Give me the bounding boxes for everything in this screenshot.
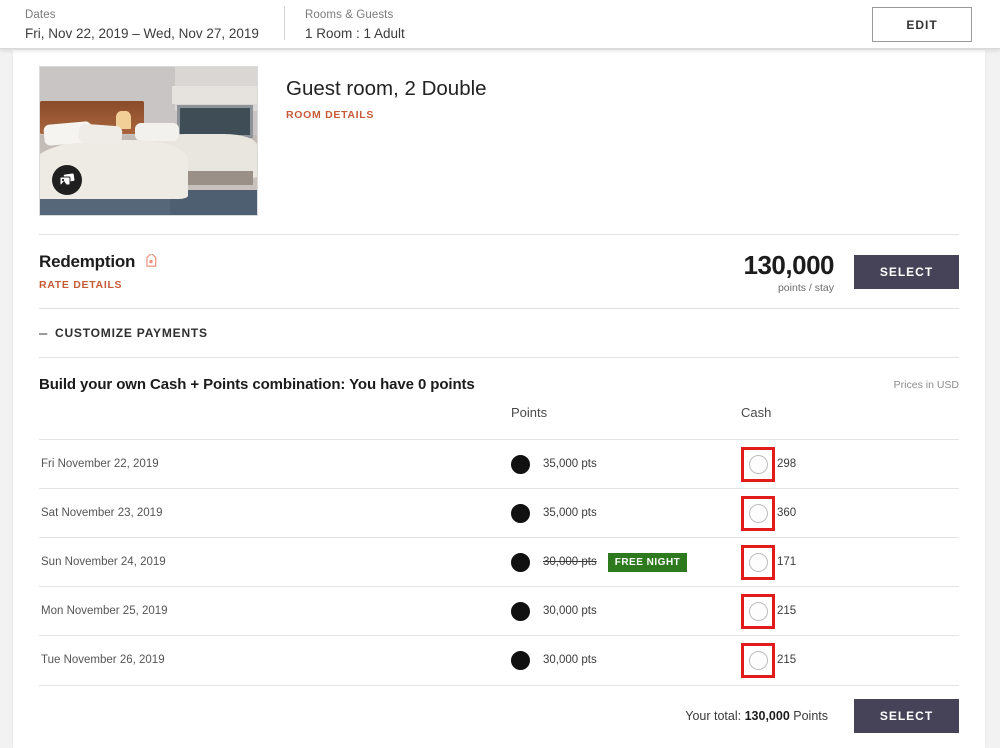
total-amount: 130,000 — [744, 709, 790, 723]
total-text: Your total: 130,000 Points — [685, 709, 828, 723]
prices-currency-note: Prices in USD — [893, 379, 959, 391]
cash-radio[interactable] — [749, 454, 768, 474]
row-date: Sun November 24, 2019 — [41, 556, 166, 568]
price-unit: points / stay — [777, 281, 834, 294]
cash-label: 360 — [777, 507, 797, 519]
table-row: Mon November 25, 2019 30,000 pts 215 — [39, 586, 959, 636]
cash-label: 215 — [777, 605, 797, 617]
room-info: Guest room, 2 Double ROOM DETAILS — [258, 66, 487, 216]
summary-divider — [284, 6, 285, 40]
cash-option-cell: 298 — [741, 440, 959, 489]
table-row: Tue November 26, 2019 30,000 pts 215 — [39, 635, 959, 685]
edit-button[interactable]: EDIT — [872, 7, 972, 42]
room-title: Guest room, 2 Double — [286, 77, 487, 100]
select-combination-button[interactable]: SELECT — [854, 699, 959, 733]
rate-row: Redemption RATE DETAILS 130,000 points /… — [39, 235, 959, 308]
column-header-cash: Cash — [741, 405, 772, 420]
room-photo[interactable] — [39, 66, 258, 216]
points-option-cell: 30,000 pts — [511, 587, 741, 636]
dates-value: Fri, Nov 22, 2019 – Wed, Nov 27, 2019 — [25, 26, 259, 41]
build-combination-header: Build your own Cash + Points combination… — [39, 358, 959, 393]
table-row: Fri November 22, 2019 35,000 pts 298 — [39, 439, 959, 489]
points-label: 35,000 pts — [543, 458, 597, 470]
cash-radio-highlight — [741, 593, 775, 629]
column-headers: Points Cash — [39, 405, 959, 439]
points-radio[interactable] — [511, 650, 530, 670]
points-option-cell: 35,000 pts — [511, 489, 741, 538]
photo-gallery-icon[interactable] — [52, 165, 82, 195]
cash-label: 215 — [777, 654, 797, 667]
column-header-points: Points — [511, 405, 548, 420]
cash-radio[interactable] — [749, 552, 768, 572]
cash-radio-highlight — [741, 495, 775, 531]
cash-radio-highlight — [741, 642, 775, 678]
points-option-cell: 30,000 pts FREE NIGHT — [511, 538, 741, 587]
free-night-badge: FREE NIGHT — [607, 552, 688, 572]
customize-payments-toggle[interactable]: – CUSTOMIZE PAYMENTS — [39, 309, 959, 357]
row-date: Tue November 26, 2019 — [41, 654, 165, 667]
total-prefix: Your total: — [685, 709, 745, 723]
rooms-guests-label: Rooms & Guests — [305, 9, 394, 21]
cash-radio[interactable] — [749, 503, 768, 523]
table-row: Sat November 23, 2019 35,000 pts 360 — [39, 488, 959, 538]
price-amount: 130,000 — [743, 249, 835, 280]
points-option-cell: 30,000 pts — [511, 636, 741, 685]
collapse-icon: – — [39, 324, 48, 342]
rate-price-and-action: 130,000 points / stay SELECT — [744, 250, 959, 294]
row-date: Sat November 23, 2019 — [41, 507, 163, 519]
row-date: Mon November 25, 2019 — [41, 605, 168, 617]
points-radio[interactable] — [511, 552, 530, 572]
points-label: 30,000 pts — [543, 605, 597, 617]
cash-label: 171 — [777, 556, 797, 568]
cash-option-cell: 171 — [741, 538, 959, 587]
dates-label: Dates — [25, 9, 56, 21]
build-combination-title: Build your own Cash + Points combination… — [39, 376, 475, 393]
points-label: 30,000 pts — [543, 654, 597, 667]
rate-name: Redemption — [39, 252, 136, 271]
dates-summary: Dates Fri, Nov 22, 2019 – Wed, Nov 27, 2… — [25, 8, 259, 44]
rate-details-link[interactable]: RATE DETAILS — [39, 279, 122, 291]
cash-radio-highlight — [741, 446, 775, 482]
points-option-cell: 35,000 pts — [511, 440, 741, 489]
points-label: 35,000 pts — [543, 507, 597, 519]
points-radio[interactable] — [511, 601, 530, 621]
cash-option-cell: 215 — [741, 636, 959, 685]
rate-info: Redemption RATE DETAILS — [39, 250, 159, 293]
points-label: 30,000 pts — [543, 556, 597, 568]
cash-label: 298 — [777, 458, 797, 470]
customize-payments-label: CUSTOMIZE PAYMENTS — [55, 326, 208, 340]
room-offer-card: Guest room, 2 Double ROOM DETAILS Redemp… — [13, 50, 985, 748]
select-rate-button[interactable]: SELECT — [854, 254, 959, 289]
table-row: Sun November 24, 2019 30,000 pts FREE NIGH… — [39, 537, 959, 587]
room-header: Guest room, 2 Double ROOM DETAILS — [39, 50, 959, 216]
total-suffix: Points — [789, 709, 828, 723]
nightly-payment-table: Fri November 22, 2019 35,000 pts 298 Sat No… — [39, 439, 959, 685]
points-radio[interactable] — [511, 454, 530, 474]
cash-option-cell: 360 — [741, 489, 959, 538]
cash-radio[interactable] — [749, 650, 768, 670]
points-radio[interactable] — [511, 503, 530, 523]
cash-radio-highlight — [741, 544, 775, 580]
room-details-link[interactable]: ROOM DETAILS — [286, 109, 374, 121]
rooms-guests-value: 1 Room : 1 Adult — [305, 26, 405, 41]
price-block: 130,000 points / stay — [743, 249, 835, 294]
cash-option-cell: 215 — [741, 587, 959, 636]
row-date: Fri November 22, 2019 — [41, 458, 159, 470]
rooms-guests-summary: Rooms & Guests 1 Room : 1 Adult — [305, 8, 405, 44]
booking-summary-bar: Dates Fri, Nov 22, 2019 – Wed, Nov 27, 2… — [0, 0, 1000, 49]
cash-radio[interactable] — [749, 601, 768, 621]
tag-icon — [143, 254, 159, 270]
totals-footer: Your total: 130,000 Points SELECT — [39, 684, 959, 747]
